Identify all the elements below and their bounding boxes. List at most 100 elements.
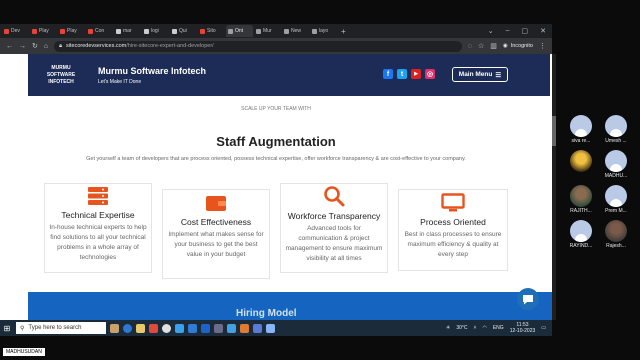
browser-tab[interactable]: Play bbox=[30, 25, 57, 37]
window-controls: ⌄ – ▢ ✕ bbox=[482, 24, 552, 38]
site-logo[interactable]: MURMU SOFTWARE INFOTECH bbox=[36, 65, 86, 86]
lock-icon: 🔒︎ bbox=[59, 42, 63, 49]
tab-favicon-icon bbox=[88, 28, 93, 34]
maximize-icon[interactable]: ▢ bbox=[522, 27, 529, 35]
participant-tile[interactable]: RAYIND... bbox=[566, 220, 596, 249]
tray-chevron-icon[interactable]: ˄ bbox=[474, 325, 477, 331]
participant-gallery: siva re... Umesh ... MADHU... RAJITH... … bbox=[556, 0, 640, 360]
chat-bubble-icon bbox=[523, 294, 533, 304]
app-icon[interactable] bbox=[253, 323, 262, 333]
incognito-indicator[interactable]: ◉ Incognito bbox=[503, 43, 533, 49]
windows-taskbar: ⊞ ⚲ Type here to search ☀ 30°C ˄ ◠ ENG 11… bbox=[0, 320, 552, 336]
browser-tab[interactable]: New bbox=[282, 25, 309, 37]
card-title: Cost Effectiveness bbox=[180, 217, 252, 227]
search-icon: ⚲ bbox=[20, 325, 25, 332]
avatar bbox=[570, 185, 592, 207]
windows-start-icon[interactable]: ⊞ bbox=[2, 324, 12, 333]
card-description: Advanced tools for communication & proje… bbox=[285, 225, 383, 262]
wifi-icon[interactable]: ◠ bbox=[482, 325, 486, 331]
browser-tab[interactable]: Play bbox=[58, 25, 85, 37]
media-icon[interactable] bbox=[149, 323, 158, 333]
feature-card: Technical Expertise In-house technical e… bbox=[44, 183, 152, 273]
new-tab-button[interactable]: + bbox=[341, 27, 346, 36]
card-description: Implement what makes sense for your busi… bbox=[168, 231, 264, 258]
weather-icon: ☀ bbox=[445, 325, 451, 331]
chat-button[interactable] bbox=[517, 288, 539, 310]
tab-favicon-icon bbox=[60, 28, 65, 34]
browser-tab-active[interactable]: Ont bbox=[226, 25, 253, 37]
address-bar[interactable]: 🔒︎ sitecoredevservices.com/hire-sitecore… bbox=[54, 40, 462, 52]
magnifier-icon bbox=[324, 186, 345, 207]
app-icon[interactable] bbox=[240, 323, 249, 333]
avatar bbox=[570, 220, 592, 242]
chevron-down-icon[interactable]: ⌄ bbox=[488, 27, 494, 35]
back-icon[interactable]: ← bbox=[6, 43, 13, 50]
close-icon[interactable]: ✕ bbox=[540, 27, 546, 35]
more-menu-icon[interactable]: ⋮ bbox=[539, 42, 546, 50]
sidebar-icon[interactable]: ▥ bbox=[490, 42, 497, 50]
edge-icon[interactable] bbox=[123, 323, 132, 333]
facebook-icon[interactable]: f bbox=[383, 69, 393, 79]
browser-tab[interactable]: Qui bbox=[170, 25, 197, 37]
brand-tagline: Let's Make IT Done bbox=[98, 78, 142, 85]
browser-tab[interactable]: mar bbox=[114, 25, 141, 37]
avatar bbox=[605, 185, 627, 207]
app-icon[interactable] bbox=[227, 323, 236, 333]
weather-temp[interactable]: 30°C bbox=[456, 325, 467, 331]
participant-tile[interactable]: RAJITH... bbox=[566, 185, 596, 214]
home-icon[interactable]: ⌂ bbox=[44, 43, 48, 50]
chrome-icon[interactable] bbox=[162, 323, 171, 333]
app-icon[interactable] bbox=[266, 323, 275, 333]
avatar bbox=[570, 115, 592, 137]
vscode-icon[interactable] bbox=[201, 323, 210, 333]
minimize-icon[interactable]: – bbox=[506, 27, 510, 35]
browser-tab[interactable]: Sito bbox=[198, 25, 225, 37]
social-links: f t ▶ ◎ bbox=[383, 69, 435, 79]
card-title: Process Oriented bbox=[420, 217, 486, 227]
tab-favicon-icon bbox=[228, 28, 233, 34]
browser-tab[interactable]: Con bbox=[86, 25, 113, 37]
mail-icon[interactable] bbox=[175, 323, 184, 333]
tab-favicon-icon bbox=[256, 28, 261, 34]
section-kicker: SCALE UP YOUR TEAM WITH bbox=[241, 106, 311, 112]
avatar bbox=[605, 115, 627, 137]
file-explorer-icon[interactable] bbox=[136, 323, 145, 333]
tab-favicon-icon bbox=[284, 28, 289, 34]
hamburger-icon: ☰ bbox=[495, 71, 502, 79]
main-menu-button[interactable]: Main Menu ☰ bbox=[452, 67, 508, 82]
twitter-icon[interactable]: t bbox=[397, 69, 407, 79]
star-icon[interactable]: ☆ bbox=[478, 42, 484, 50]
taskbar-search[interactable]: ⚲ Type here to search bbox=[16, 322, 106, 334]
participant-tile[interactable]: Umesh ... bbox=[601, 115, 631, 144]
eye-off-icon[interactable]: ◌ bbox=[468, 43, 472, 50]
browser-tab[interactable]: logi bbox=[142, 25, 169, 37]
notification-icon[interactable]: ▭ bbox=[541, 325, 546, 331]
brand-block: Murmu Software Infotech Let's Make IT Do… bbox=[98, 66, 206, 85]
web-page: MURMU SOFTWARE INFOTECH Murmu Software I… bbox=[0, 54, 552, 320]
reload-icon[interactable]: ↻ bbox=[32, 42, 38, 50]
browser-tab[interactable]: Mur bbox=[254, 25, 281, 37]
app-icon[interactable] bbox=[214, 323, 223, 333]
section-title: Hiring Model bbox=[236, 308, 297, 319]
participant-tile[interactable] bbox=[566, 150, 596, 173]
youtube-icon[interactable]: ▶ bbox=[411, 69, 421, 79]
wallet-icon bbox=[206, 196, 226, 211]
monitor-icon bbox=[441, 193, 465, 212]
tab-favicon-icon bbox=[200, 28, 205, 34]
participant-tile[interactable]: Rajesh... bbox=[601, 220, 631, 249]
taskbar-clock[interactable]: 11:53 12-10-2023 bbox=[510, 322, 536, 334]
language-indicator[interactable]: ENG bbox=[493, 325, 504, 331]
forward-icon[interactable]: → bbox=[19, 43, 26, 50]
browser-toolbar: ← → ↻ ⌂ 🔒︎ sitecoredevservices.com/hire-… bbox=[0, 38, 552, 54]
widget-icon[interactable] bbox=[110, 323, 119, 333]
section-subtitle: Get yourself a team of developers that a… bbox=[86, 156, 466, 162]
browser-tab[interactable]: Dev bbox=[2, 25, 29, 37]
feature-card: Process Oriented Best in class processes… bbox=[398, 189, 508, 271]
participant-tile[interactable]: Prem M... bbox=[601, 185, 631, 214]
teams-icon[interactable] bbox=[188, 323, 197, 333]
feature-card: Workforce Transparency Advanced tools fo… bbox=[280, 183, 388, 273]
browser-tab[interactable]: layo bbox=[310, 25, 337, 37]
participant-tile[interactable]: MADHU... bbox=[601, 150, 631, 179]
participant-tile[interactable]: siva re... bbox=[566, 115, 596, 144]
instagram-icon[interactable]: ◎ bbox=[425, 69, 435, 79]
